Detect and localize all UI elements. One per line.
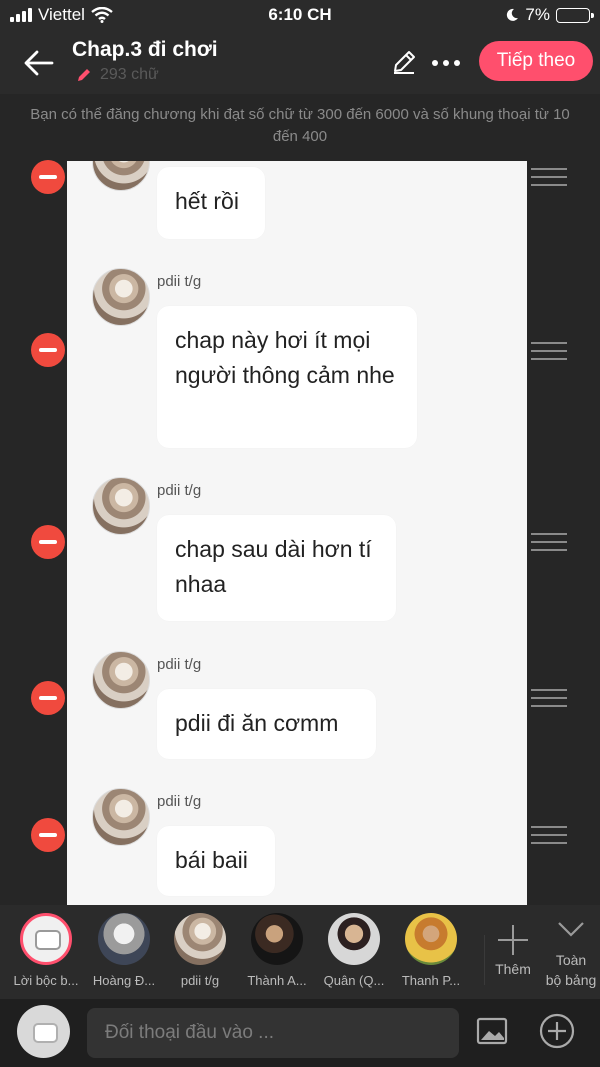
moon-icon: [507, 8, 519, 21]
delete-message-icon[interactable]: [31, 333, 65, 367]
character-name: Hoàng Đ...: [92, 973, 156, 988]
all-characters-button[interactable]: Toàn bộ bảng: [542, 919, 600, 990]
battery-icon: [556, 7, 594, 23]
message-bubble[interactable]: bái baii: [157, 826, 275, 896]
next-button[interactable]: Tiếp theo: [479, 41, 593, 81]
author-avatar: [92, 788, 150, 846]
dialogue-type-button[interactable]: [17, 1005, 70, 1058]
author-avatar: [92, 651, 150, 709]
message-bubble[interactable]: chap sau dài hơn tí nhaa: [157, 515, 396, 621]
author-name: pdii t/g: [157, 656, 202, 673]
word-count: 293 chữ: [76, 66, 159, 84]
delete-message-icon[interactable]: [31, 681, 65, 715]
character-name: pdii t/g: [180, 973, 220, 988]
status-bar: Viettel 6:10 CH 7%: [0, 0, 600, 32]
back-arrow-icon[interactable]: [22, 46, 56, 80]
word-count-text: 293 chữ: [100, 66, 159, 83]
publish-notice: Bạn có thể đăng chương khi đạt số chữ từ…: [30, 106, 570, 145]
story-canvas[interactable]: hết rồi pdii t/g chap này hơi ít mọi ngư…: [67, 161, 527, 905]
drag-handle-icon[interactable]: [531, 168, 567, 186]
battery-percent: 7%: [525, 5, 550, 24]
character-narration[interactable]: Lời bộc b...: [6, 913, 86, 988]
delete-message-icon[interactable]: [31, 525, 65, 559]
dialogue-input[interactable]: [87, 1008, 459, 1058]
more-options-icon[interactable]: [432, 60, 460, 66]
character-item[interactable]: Hoàng Đ...: [84, 913, 164, 988]
character-avatar: [174, 913, 226, 965]
character-avatar: [328, 913, 380, 965]
pencil-icon: [78, 69, 90, 81]
author-name: pdii t/g: [157, 482, 202, 499]
narration-icon: [20, 913, 72, 965]
author-avatar: [92, 161, 150, 191]
all-characters-label: Toàn bộ bảng: [545, 952, 597, 988]
delete-message-icon[interactable]: [31, 818, 65, 852]
chapter-title[interactable]: Chap.3 đi chơi: [72, 38, 218, 62]
character-item[interactable]: Thanh P...: [391, 913, 471, 988]
character-avatar: [98, 913, 150, 965]
character-name: Lời bộc b...: [13, 973, 79, 988]
drag-handle-icon[interactable]: [531, 533, 567, 551]
add-circle-icon[interactable]: [539, 1013, 575, 1049]
input-bar: [0, 999, 600, 1067]
image-icon[interactable]: [476, 1017, 508, 1045]
author-name: pdii t/g: [157, 793, 202, 810]
character-name: Thành A...: [247, 973, 307, 988]
author-avatar: [92, 268, 150, 326]
plus-icon: [498, 925, 528, 955]
character-name: Thanh P...: [401, 973, 461, 988]
add-character-button[interactable]: Thêm: [488, 925, 538, 977]
character-item[interactable]: Quân (Q...: [314, 913, 394, 988]
delete-message-icon[interactable]: [31, 160, 65, 194]
divider: [484, 935, 485, 985]
status-right: 7%: [505, 5, 594, 25]
message-bubble[interactable]: pdii đi ăn cơmm: [157, 689, 376, 759]
message-bubble[interactable]: hết rồi: [157, 167, 265, 239]
message-bubble[interactable]: chap này hơi ít mọi người thông cảm nhe: [157, 306, 417, 448]
character-item[interactable]: Thành A...: [237, 913, 317, 988]
editor-header: Chap.3 đi chơi 293 chữ Tiếp theo: [0, 32, 600, 94]
author-name: pdii t/g: [157, 273, 202, 290]
drag-handle-icon[interactable]: [531, 689, 567, 707]
character-avatar: [405, 913, 457, 965]
author-avatar: [92, 477, 150, 535]
drag-handle-icon[interactable]: [531, 826, 567, 844]
drag-handle-icon[interactable]: [531, 342, 567, 360]
edit-icon[interactable]: [390, 48, 418, 76]
chevron-down-icon: [558, 922, 584, 937]
character-name: Quân (Q...: [323, 973, 385, 988]
add-character-label: Thêm: [495, 961, 531, 977]
character-item[interactable]: pdii t/g: [160, 913, 240, 988]
character-avatar: [251, 913, 303, 965]
character-bar: Lời bộc b... Hoàng Đ... pdii t/g Thành A…: [0, 905, 600, 999]
